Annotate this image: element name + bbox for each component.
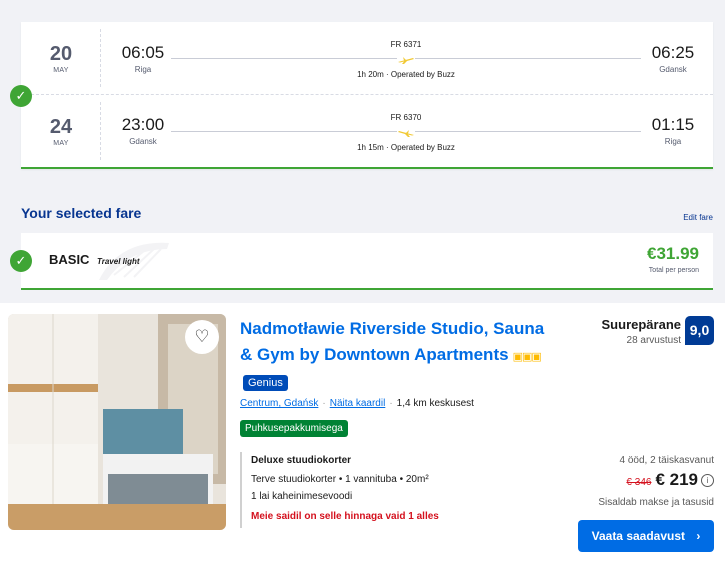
hotel-name[interactable]: Nadmotławie Riverside Studio, Sauna & Gy… [240, 319, 544, 364]
deal-badge: Puhkusepakkumisega [240, 420, 348, 437]
return-duration: 1h 15m · Operated by Buzz [357, 143, 455, 152]
chevron-right-icon: › [696, 529, 701, 543]
outbound-arr-city: Gdansk [659, 65, 687, 74]
flight-card: 20 MAY 06:05 Riga FR 6371 1h 20m · Opera… [21, 22, 713, 169]
outbound-dep-time: 06:05 [121, 43, 165, 62]
return-dep-city: Gdansk [129, 137, 157, 146]
plane-icon [397, 125, 415, 137]
tax-note: Sisaldab makse ja tasusid [598, 497, 714, 508]
edit-fare-link[interactable]: Edit fare [683, 213, 713, 222]
return-month: MAY [53, 140, 69, 147]
fare-per-person: Total per person [648, 267, 699, 274]
info-icon[interactable]: i [701, 474, 714, 487]
return-day: 24 [49, 116, 73, 138]
check-icon: ✓ [10, 85, 32, 107]
return-departure: 23:00 Gdansk [115, 115, 171, 146]
room-title: Deluxe stuudiokorter [251, 455, 352, 466]
availability-warning: Meie saidil on selle hinnaga vaid 1 alle… [251, 511, 439, 522]
outbound-day: 20 [49, 43, 73, 65]
return-route: FR 6370 1h 15m · Operated by Buzz [171, 103, 641, 163]
outbound-flight-number: FR 6371 [390, 40, 422, 49]
return-flight-number: FR 6370 [390, 113, 422, 122]
check-icon: ✓ [10, 250, 32, 272]
old-price: € 346 [626, 477, 652, 488]
review-count: 28 arvustust [626, 335, 681, 346]
outbound-route: FR 6371 1h 20m · Operated by Buzz [171, 30, 641, 90]
outbound-month: MAY [53, 67, 69, 74]
return-arr-city: Riga [664, 137, 682, 146]
fare-price: €31.99 [647, 244, 699, 263]
flight-summary-section: 20 MAY 06:05 Riga FR 6371 1h 20m · Opera… [0, 0, 725, 303]
fare-card: BASIC Travel light €31.99 Total per pers… [21, 233, 713, 290]
hotel-name-block[interactable]: Nadmotławie Riverside Studio, Sauna & Gy… [240, 316, 550, 396]
outbound-arr-time: 06:25 [651, 43, 695, 62]
fare-name: BASIC [49, 252, 90, 267]
return-date: 24 MAY [35, 116, 87, 147]
star-rating-icon: ▣▣▣ [512, 351, 542, 363]
fare-subtitle: Travel light [97, 257, 140, 266]
outbound-departure: 06:05 Riga [115, 43, 171, 74]
favorite-heart-icon[interactable]: ♡ [185, 320, 219, 354]
room-divider [240, 452, 242, 528]
distance-text: 1,4 km keskusest [396, 398, 474, 409]
genius-badge: Genius [243, 375, 288, 391]
room-description: Terve stuudiokorter • 1 vannituba • 20m² [251, 474, 429, 485]
cta-label: Vaata saadavust [591, 529, 686, 543]
outbound-date: 20 MAY [35, 43, 87, 74]
new-price: € 219 [655, 470, 698, 489]
return-arr-time: 01:15 [651, 115, 695, 134]
return-leg: 24 MAY 23:00 Gdansk FR 6370 1h 15m · Ope… [21, 95, 713, 167]
stay-info: 4 ööd, 2 täiskasvanut [619, 455, 714, 466]
outbound-duration: 1h 20m · Operated by Buzz [357, 70, 455, 79]
outbound-arrival: 06:25 Gdansk [645, 43, 701, 74]
plane-icon [397, 52, 415, 64]
fare-heading: Your selected fare [21, 205, 142, 221]
see-availability-button[interactable]: Vaata saadavust › [578, 520, 714, 552]
outbound-leg: 20 MAY 06:05 Riga FR 6371 1h 20m · Opera… [21, 22, 713, 94]
divider [100, 102, 101, 160]
outbound-dep-city: Riga [134, 65, 152, 74]
price-row: € 346 € 219 i [626, 470, 714, 490]
map-link[interactable]: Näita kaardil [330, 398, 386, 409]
review-word: Suurepärane [601, 317, 681, 332]
review-score-badge[interactable]: 9,0 [685, 316, 714, 345]
return-dep-time: 23:00 [121, 115, 165, 134]
location-link[interactable]: Centrum, Gdańsk [240, 398, 318, 409]
hotel-location: Centrum, Gdańsk · Näita kaardil · 1,4 km kes… [240, 398, 474, 409]
divider [100, 29, 101, 87]
return-arrival: 01:15 Riga [645, 115, 701, 146]
bed-info: 1 lai kaheinimesevoodi [251, 491, 353, 502]
